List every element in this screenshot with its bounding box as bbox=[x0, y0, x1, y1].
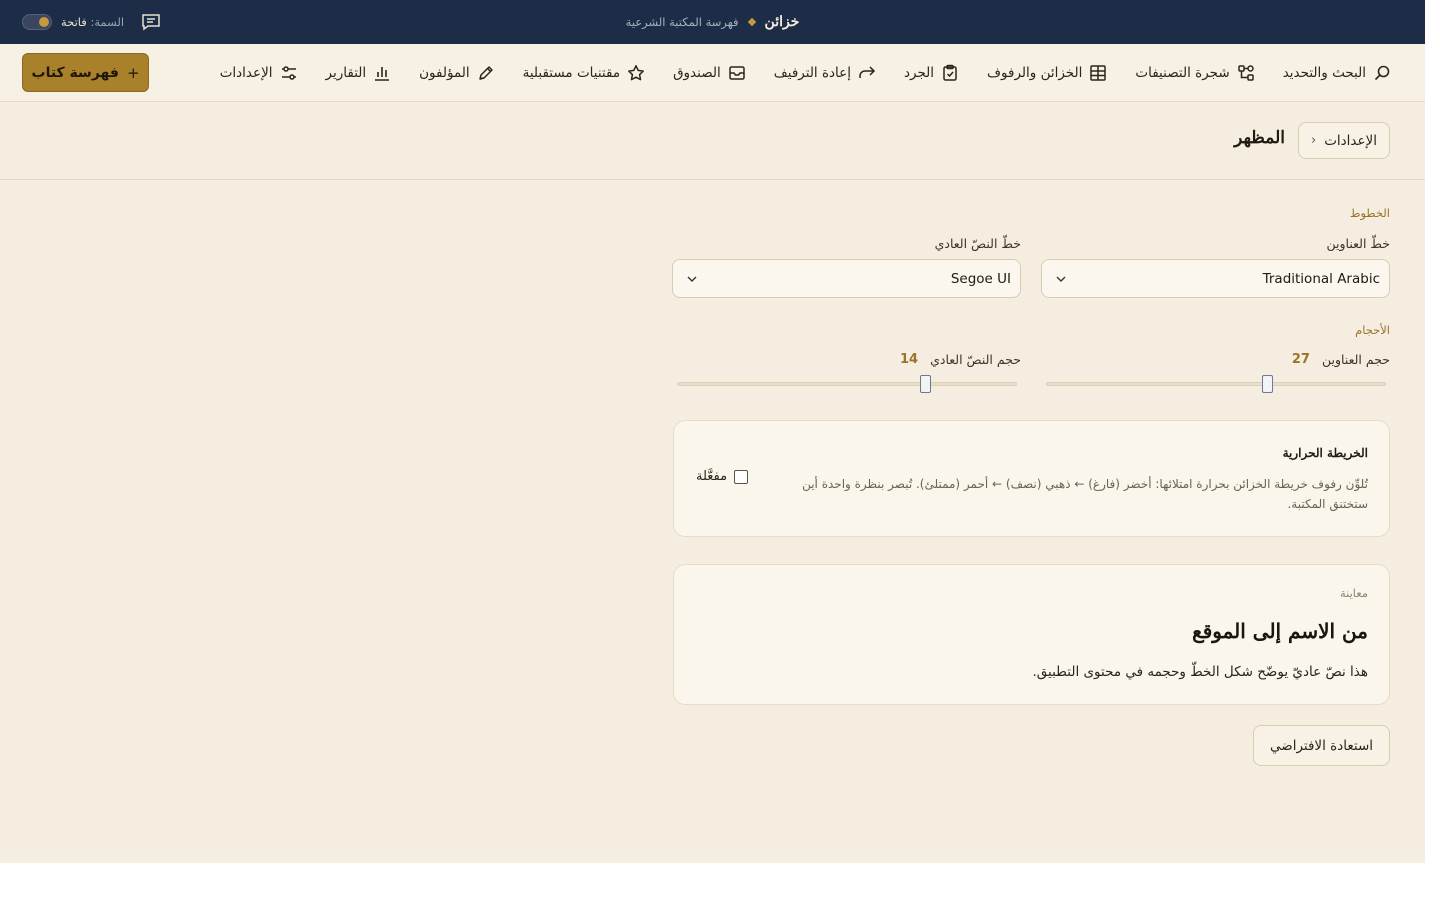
heatmap-toggle[interactable]: مفعَّلة bbox=[696, 469, 749, 484]
nav-item-shelves[interactable]: الخزائن والرفوف bbox=[987, 64, 1107, 82]
theme-label-prefix: السمة: bbox=[90, 15, 125, 29]
nav-item-label: التقارير bbox=[325, 65, 367, 81]
preview-card: معاينة من الاسم إلى الموقع هذا نصّ عاديّ… bbox=[673, 564, 1390, 705]
slider-track bbox=[677, 382, 1017, 386]
app-name: خزائن bbox=[764, 14, 800, 30]
nav-item-label: الصندوق bbox=[673, 65, 721, 81]
back-to-settings-button[interactable]: الإعدادات ‹ bbox=[1298, 122, 1390, 159]
heatmap-description: تُلوِّن رفوف خريطة الخزائن بحرارة امتلائ… bbox=[802, 477, 1368, 511]
pen-icon bbox=[478, 66, 493, 80]
body-font-label: خطّ النصّ العادي bbox=[934, 236, 1021, 251]
body-size-row: حجم النصّ العادي 14 bbox=[900, 352, 1021, 367]
chevron-left-icon: ‹ bbox=[1310, 133, 1317, 148]
heading-size-row: حجم العناوين 27 bbox=[1292, 352, 1390, 367]
heatmap-title: الخريطة الحرارية bbox=[1282, 446, 1368, 460]
heading-size-label: حجم العناوين bbox=[1321, 352, 1390, 367]
body-size-label: حجم النصّ العادي bbox=[930, 352, 1021, 367]
nav-item-future-acquisitions[interactable]: مقتنيات مستقبلية bbox=[523, 64, 645, 82]
chevron-down-icon bbox=[687, 276, 697, 282]
heading-size-value: 27 bbox=[1291, 352, 1310, 367]
restore-defaults-button[interactable]: استعادة الافتراضي bbox=[1253, 725, 1390, 766]
nav-item-authors[interactable]: المؤلفون bbox=[419, 64, 494, 82]
feedback-button[interactable] bbox=[139, 11, 163, 33]
nav-item-inventory[interactable]: الجرد bbox=[904, 64, 959, 82]
fonts-section-label: الخطوط bbox=[1349, 206, 1390, 220]
nav-item-inbox[interactable]: الصندوق bbox=[673, 64, 746, 82]
page-header: الإعدادات ‹ المظهر bbox=[0, 102, 1425, 180]
heading-font-label: خطّ العناوين bbox=[1326, 236, 1391, 251]
nav-item-label: شجرة التصنيفات bbox=[1135, 65, 1230, 81]
nav-item-label: الجرد bbox=[903, 65, 935, 81]
nav-item-label: البحث والتحديد bbox=[1282, 65, 1366, 81]
grid-icon bbox=[1090, 65, 1107, 81]
inbox-icon bbox=[729, 66, 745, 80]
nav-item-tree[interactable]: شجرة التصنيفات bbox=[1135, 64, 1254, 82]
theme-label-value: فاتحة bbox=[61, 15, 87, 29]
plus-icon: + bbox=[126, 63, 140, 82]
app-window: خزائن فهرسة المكتبة الشرعية السمة: فاتحة… bbox=[0, 0, 1425, 863]
nav-item-label: الخزائن والرفوف bbox=[987, 65, 1083, 81]
theme-toggle-knob bbox=[39, 17, 49, 27]
heading-size-slider[interactable] bbox=[1046, 375, 1386, 393]
heatmap-card: الخريطة الحرارية تُلوِّن رفوف خريطة الخز… bbox=[673, 420, 1390, 537]
slider-track bbox=[1046, 382, 1386, 386]
chevron-down-icon bbox=[1056, 276, 1066, 282]
nav-item-reshelve[interactable]: إعادة الترفيف bbox=[774, 64, 876, 82]
heatmap-toggle-label: مفعَّلة bbox=[696, 469, 728, 484]
sliders-icon bbox=[281, 66, 296, 80]
preview-body-text: هذا نصّ عاديّ يوضّح شكل الخطّ وحجمه في م… bbox=[1032, 664, 1368, 680]
heading-font-value: Traditional Arabic bbox=[1262, 270, 1380, 287]
add-book-button[interactable]: + فهرسة كتاب bbox=[22, 53, 149, 92]
app-subtitle: فهرسة المكتبة الشرعية bbox=[625, 15, 739, 29]
app-brand: خزائن فهرسة المكتبة الشرعية bbox=[0, 0, 1425, 44]
star-icon bbox=[628, 65, 645, 81]
preview-heading: من الاسم إلى الموقع bbox=[1192, 619, 1368, 643]
nav-item-label: مقتنيات مستقبلية bbox=[522, 65, 621, 81]
main-nav: البحث والتحديد شجرة التصنيفات الخزائن وا… bbox=[0, 44, 1425, 102]
slider-thumb[interactable] bbox=[920, 375, 932, 393]
body-font-select[interactable]: Segoe UI bbox=[672, 259, 1021, 298]
message-icon bbox=[142, 14, 160, 31]
add-book-label: فهرسة كتاب bbox=[31, 64, 119, 81]
slider-thumb[interactable] bbox=[1262, 375, 1273, 393]
theme-switcher[interactable]: السمة: فاتحة bbox=[22, 0, 124, 44]
body-size-slider[interactable] bbox=[677, 375, 1017, 393]
heatmap-checkbox[interactable] bbox=[734, 469, 749, 484]
nav-item-settings[interactable]: الإعدادات bbox=[220, 64, 298, 82]
brand-separator-dot bbox=[747, 17, 756, 27]
body-font-value: Segoe UI bbox=[950, 270, 1011, 287]
theme-toggle[interactable] bbox=[22, 14, 52, 30]
search-icon bbox=[1374, 65, 1390, 81]
preview-label: معاينة bbox=[1339, 586, 1368, 600]
title-bar: خزائن فهرسة المكتبة الشرعية السمة: فاتحة bbox=[0, 0, 1425, 44]
nav-item-reports[interactable]: التقارير bbox=[326, 64, 392, 82]
bar-chart-icon bbox=[375, 67, 390, 81]
theme-label: السمة: فاتحة bbox=[61, 15, 124, 29]
nav-item-label: الإعدادات bbox=[219, 65, 273, 81]
nav-item-label: المؤلفون bbox=[419, 65, 470, 81]
heading-font-select[interactable]: Traditional Arabic bbox=[1041, 259, 1390, 298]
tree-icon bbox=[1237, 65, 1254, 81]
nav-item-label: إعادة الترفيف bbox=[773, 65, 851, 81]
clipboard-icon bbox=[943, 64, 957, 81]
sizes-section-label: الأحجام bbox=[1355, 323, 1390, 337]
nav-items: البحث والتحديد شجرة التصنيفات الخزائن وا… bbox=[220, 44, 1391, 102]
page-title: المظهر bbox=[1234, 128, 1285, 148]
body-size-value: 14 bbox=[900, 352, 919, 367]
nav-item-search[interactable]: البحث والتحديد bbox=[1283, 64, 1391, 82]
redo-arrow-icon bbox=[859, 66, 876, 78]
back-button-label: الإعدادات bbox=[1324, 132, 1378, 149]
